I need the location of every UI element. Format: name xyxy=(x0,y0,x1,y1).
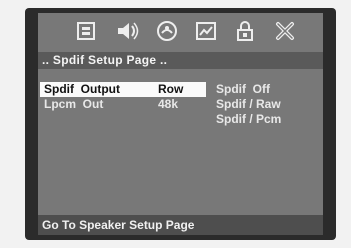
option-spdif-off[interactable]: Spdif Off xyxy=(216,82,270,97)
audio-setup-icon[interactable] xyxy=(115,19,139,43)
footer-hint: Go To Speaker Setup Page xyxy=(38,215,323,235)
option-spdif-raw[interactable]: Spdif / Raw xyxy=(216,97,281,112)
menu-item-label: Lpcm Out xyxy=(44,97,104,111)
menu-item-value: Row xyxy=(158,82,184,96)
setup-toolbar xyxy=(38,13,323,49)
menu-item-label: Spdif Output xyxy=(44,82,120,96)
exit-icon[interactable] xyxy=(273,19,297,43)
page-title: .. Spdif Setup Page .. xyxy=(38,52,323,69)
osd-screen: .. Spdif Setup Page .. Spdif Output Row … xyxy=(38,13,323,235)
dolby-setup-icon[interactable] xyxy=(155,19,179,43)
preference-lock-icon[interactable] xyxy=(233,19,257,43)
menu-item-spdif-output[interactable]: Spdif Output Row xyxy=(38,82,323,97)
option-spdif-pcm[interactable]: Spdif / Pcm xyxy=(216,112,281,127)
general-setup-icon[interactable] xyxy=(74,19,98,43)
menu-item-value: 48k xyxy=(158,97,179,111)
video-setup-icon[interactable] xyxy=(194,19,218,43)
